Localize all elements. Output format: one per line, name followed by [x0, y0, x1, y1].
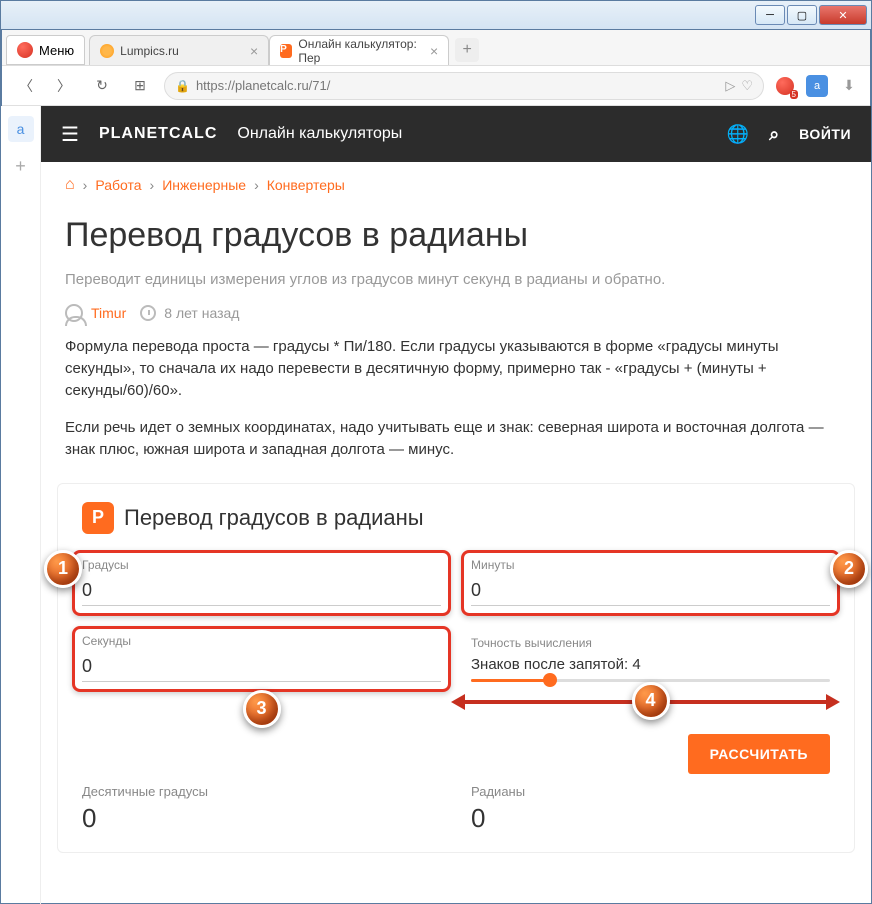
breadcrumb: ⌂ › Работа › Инженерные › Конвертеры [41, 162, 871, 208]
opera-extension-icon[interactable]: 5 [774, 75, 796, 97]
precision-value: Знаков после запятой: 4 [471, 656, 830, 673]
page-content: ☰ PLANETCALC Онлайн калькуляторы 🌐 ⌕ ВОЙ… [41, 106, 871, 904]
slider-thumb[interactable] [543, 673, 557, 687]
degrees-label: Градусы [82, 558, 441, 572]
login-button[interactable]: ВОЙТИ [799, 126, 851, 142]
minutes-label: Минуты [471, 558, 830, 572]
calc-logo-icon: P [82, 502, 114, 534]
tab-label: Lumpics.ru [120, 44, 179, 58]
language-icon[interactable]: 🌐 [727, 124, 749, 145]
annotation-badge-1: 1 [44, 550, 82, 588]
breadcrumb-engineering[interactable]: Инженерные [162, 177, 246, 193]
tab-close-icon[interactable]: × [430, 43, 438, 59]
annotation-badge-2: 2 [830, 550, 868, 588]
window-minimize-button[interactable]: ─ [755, 5, 785, 25]
back-button[interactable]: 〈 [12, 72, 40, 100]
breadcrumb-sep: › [83, 177, 88, 193]
lumpics-favicon-icon [100, 44, 114, 58]
seconds-input[interactable] [82, 652, 441, 682]
calc-header: P Перевод градусов в радианы [82, 502, 830, 534]
translate-sidebar-icon[interactable]: a [8, 116, 34, 142]
result-radians: Радианы 0 [471, 784, 830, 834]
planetcalc-favicon-icon: P [280, 44, 292, 58]
annotation-badge-3: 3 [243, 690, 281, 728]
seconds-label: Секунды [82, 634, 441, 648]
annotation-badge-4: 4 [632, 682, 670, 720]
result-decimal-degrees: Десятичные градусы 0 [82, 784, 441, 834]
opera-menu-button[interactable]: Меню [6, 35, 85, 65]
badge-count: 5 [790, 90, 798, 99]
result1-label: Десятичные градусы [82, 784, 441, 799]
author-row: Timur 8 лет назад [41, 304, 871, 336]
window-close-button[interactable]: ✕ [819, 5, 867, 25]
tab-planetcalc[interactable]: P Онлайн калькулятор: Пер × [269, 35, 449, 65]
downloads-icon[interactable]: ⬇ [838, 75, 860, 97]
menu-label: Меню [39, 43, 74, 58]
tab-lumpics[interactable]: Lumpics.ru × [89, 35, 269, 65]
body-paragraph-2: Если речь идет о земных координатах, над… [41, 417, 871, 477]
breadcrumb-sep: › [150, 177, 155, 193]
url-bar[interactable]: 🔒 https://planetcalc.ru/71/ ▷ ♡ [164, 72, 764, 100]
degrees-input[interactable] [82, 576, 441, 606]
calculator-card: P Перевод градусов в радианы Градусы 1 М… [57, 483, 855, 853]
body-paragraph-1: Формула перевода проста — градусы * Пи/1… [41, 336, 871, 417]
url-text: https://planetcalc.ru/71/ [196, 78, 719, 93]
home-icon[interactable]: ⌂ [65, 176, 75, 194]
calc-title: Перевод градусов в радианы [124, 505, 424, 531]
forward-button[interactable]: 〉 [50, 72, 78, 100]
site-header: ☰ PLANETCALC Онлайн калькуляторы 🌐 ⌕ ВОЙ… [41, 106, 871, 162]
author-name[interactable]: Timur [91, 305, 126, 321]
breadcrumb-converters[interactable]: Конвертеры [267, 177, 345, 193]
add-sidebar-button[interactable]: + [9, 154, 33, 178]
result2-label: Радианы [471, 784, 830, 799]
tab-label: Онлайн калькулятор: Пер [298, 37, 424, 65]
tab-close-icon[interactable]: × [250, 43, 258, 59]
result2-value: 0 [471, 803, 830, 834]
bookmark-heart-icon[interactable]: ♡ [741, 78, 753, 94]
lock-icon: 🔒 [175, 79, 190, 93]
address-bar-row: 〈 〉 ↻ ⊞ 🔒 https://planetcalc.ru/71/ ▷ ♡ … [2, 66, 870, 106]
slider-fill [471, 679, 550, 682]
opera-logo-icon [17, 42, 33, 58]
search-icon[interactable]: ⌕ [769, 124, 779, 145]
window-titlebar: ─ ▢ ✕ [0, 0, 872, 30]
window-maximize-button[interactable]: ▢ [787, 5, 817, 25]
degrees-field: Градусы 1 [82, 558, 441, 606]
browser-sidebar: a + [1, 106, 41, 904]
time-ago: 8 лет назад [164, 305, 239, 321]
site-brand[interactable]: PLANETCALC [99, 125, 217, 143]
precision-field: Точность вычисления Знаков после запятой… [471, 634, 830, 682]
reader-icon[interactable]: ▷ [725, 78, 735, 94]
site-subtitle: Онлайн калькуляторы [237, 125, 402, 143]
reload-button[interactable]: ↻ [88, 72, 116, 100]
hamburger-menu-icon[interactable]: ☰ [61, 122, 79, 147]
seconds-field: Секунды 3 [82, 634, 441, 682]
speed-dial-button[interactable]: ⊞ [126, 72, 154, 100]
breadcrumb-sep: › [254, 177, 259, 193]
calculate-button[interactable]: РАССЧИТАТЬ [688, 734, 830, 774]
page-description: Переводит единицы измерения углов из гра… [41, 269, 871, 304]
tabs-row: Меню Lumpics.ru × P Онлайн калькулятор: … [2, 30, 870, 66]
breadcrumb-work[interactable]: Работа [95, 177, 141, 193]
translate-extension-icon[interactable]: a [806, 75, 828, 97]
minutes-field: Минуты 2 [471, 558, 830, 606]
new-tab-button[interactable]: + [455, 38, 479, 62]
author-icon [65, 304, 83, 322]
browser-chrome: Меню Lumpics.ru × P Онлайн калькулятор: … [1, 30, 871, 106]
minutes-input[interactable] [471, 576, 830, 606]
clock-icon [140, 305, 156, 321]
result1-value: 0 [82, 803, 441, 834]
precision-label: Точность вычисления [471, 636, 592, 650]
page-title: Перевод градусов в радианы [41, 208, 871, 269]
